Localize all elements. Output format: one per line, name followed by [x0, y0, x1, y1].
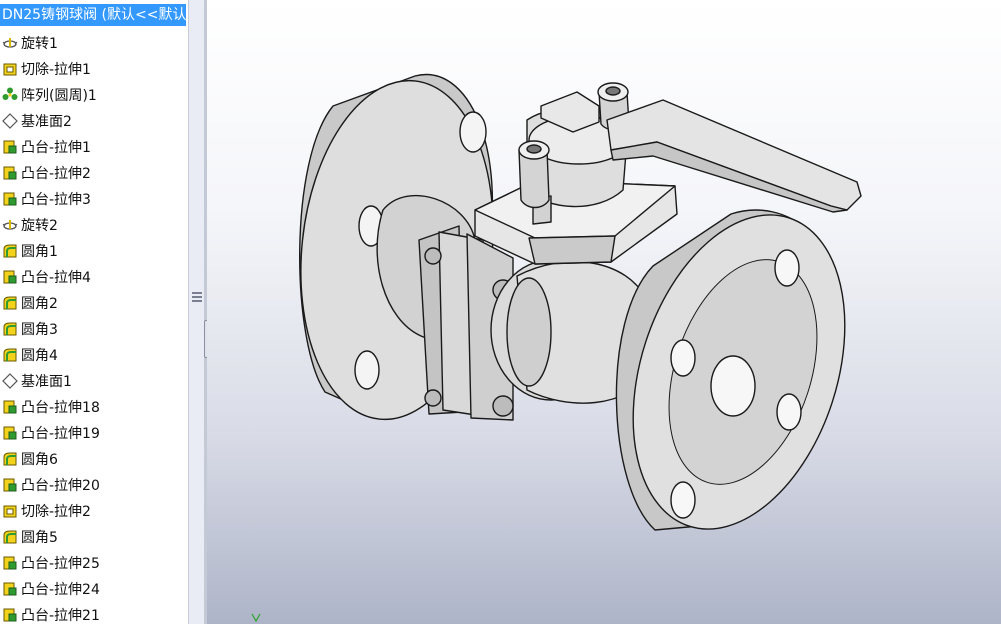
feature-manager-tree: DN25铸钢球阀 (默认<<默认 旋转1 切除-拉伸1 阵列(圆周)1 基准面2 凸台-…: [0, 0, 188, 624]
tree-item[interactable]: 圆角1: [0, 238, 188, 264]
tree-item-label: 圆角3: [21, 322, 58, 338]
tree-item-label: 凸台-拉伸21: [21, 608, 100, 624]
boss-extrude-icon: [1, 554, 19, 572]
fillet-icon: [1, 242, 19, 260]
fillet-icon: [1, 346, 19, 364]
fillet-icon: [1, 450, 19, 468]
tree-item-label: 凸台-拉伸1: [21, 140, 91, 156]
tree-scrollbar[interactable]: [188, 0, 205, 624]
tree-item-label: 圆角1: [21, 244, 58, 260]
origin-triad-icon: [251, 613, 261, 622]
fillet-icon: [1, 320, 19, 338]
tree-item-label: 圆角2: [21, 296, 58, 312]
boss-extrude-icon: [1, 268, 19, 286]
cut-extrude-icon: [1, 60, 19, 78]
plane-icon: [1, 372, 19, 390]
tree-item-label: 旋转1: [21, 36, 58, 52]
boss-extrude-icon: [1, 138, 19, 156]
tree-item[interactable]: 基准面2: [0, 108, 188, 134]
tree-item-label: 切除-拉伸2: [21, 504, 91, 520]
tree-item-label: 基准面2: [21, 114, 72, 130]
tree-item[interactable]: 凸台-拉伸21: [0, 602, 188, 624]
tree-item-label: 旋转2: [21, 218, 58, 234]
tree-item-label: 凸台-拉伸18: [21, 400, 100, 416]
tree-item-label: 凸台-拉伸4: [21, 270, 91, 286]
tree-item-label: 凸台-拉伸20: [21, 478, 100, 494]
boss-extrude-icon: [1, 398, 19, 416]
tree-item[interactable]: 圆角5: [0, 524, 188, 550]
boss-extrude-icon: [1, 580, 19, 598]
tree-item[interactable]: 凸台-拉伸24: [0, 576, 188, 602]
tree-item[interactable]: 凸台-拉伸3: [0, 186, 188, 212]
boss-extrude-icon: [1, 190, 19, 208]
tree-item[interactable]: 凸台-拉伸1: [0, 134, 188, 160]
tree-item[interactable]: 基准面1: [0, 368, 188, 394]
scroll-grip-icon[interactable]: [192, 290, 202, 308]
tree-item[interactable]: 凸台-拉伸19: [0, 420, 188, 446]
tree-item-label: 圆角5: [21, 530, 58, 546]
tree-item[interactable]: 切除-拉伸1: [0, 56, 188, 82]
part-title[interactable]: DN25铸钢球阀 (默认<<默认: [0, 4, 186, 26]
tree-item-label: 凸台-拉伸24: [21, 582, 100, 598]
tree-item-label: 圆角6: [21, 452, 58, 468]
revolve-icon: [1, 216, 19, 234]
tree-item[interactable]: 旋转2: [0, 212, 188, 238]
tree-item-label: 凸台-拉伸25: [21, 556, 100, 572]
tree-item[interactable]: 凸台-拉伸2: [0, 160, 188, 186]
tree-item[interactable]: 旋转1: [0, 30, 188, 56]
tree-item[interactable]: 凸台-拉伸25: [0, 550, 188, 576]
ball-valve-model: [299, 73, 862, 531]
tree-item[interactable]: 凸台-拉伸4: [0, 264, 188, 290]
fillet-icon: [1, 294, 19, 312]
graphics-viewport[interactable]: [207, 0, 1001, 624]
tree-item[interactable]: 凸台-拉伸18: [0, 394, 188, 420]
tree-item[interactable]: 阵列(圆周)1: [0, 82, 188, 108]
plane-icon: [1, 112, 19, 130]
tree-item-label: 基准面1: [21, 374, 72, 390]
tree-item-label: 凸台-拉伸19: [21, 426, 100, 442]
tree-item[interactable]: 凸台-拉伸20: [0, 472, 188, 498]
tree-item[interactable]: 切除-拉伸2: [0, 498, 188, 524]
tree-item-label: 圆角4: [21, 348, 58, 364]
tree-item-label: 阵列(圆周)1: [21, 88, 97, 104]
tree-item[interactable]: 圆角2: [0, 290, 188, 316]
tree-item[interactable]: 圆角4: [0, 342, 188, 368]
boss-extrude-icon: [1, 164, 19, 182]
tree-item[interactable]: 圆角6: [0, 446, 188, 472]
tree-item-label: 凸台-拉伸2: [21, 166, 91, 182]
tree-item-label: 凸台-拉伸3: [21, 192, 91, 208]
fillet-icon: [1, 528, 19, 546]
revolve-icon: [1, 34, 19, 52]
boss-extrude-icon: [1, 476, 19, 494]
boss-extrude-icon: [1, 606, 19, 624]
circular-pattern-icon: [1, 86, 19, 104]
tree-item[interactable]: 圆角3: [0, 316, 188, 342]
cut-extrude-icon: [1, 502, 19, 520]
right-flange: [615, 209, 846, 531]
tree-item-label: 切除-拉伸1: [21, 62, 91, 78]
boss-extrude-icon: [1, 424, 19, 442]
